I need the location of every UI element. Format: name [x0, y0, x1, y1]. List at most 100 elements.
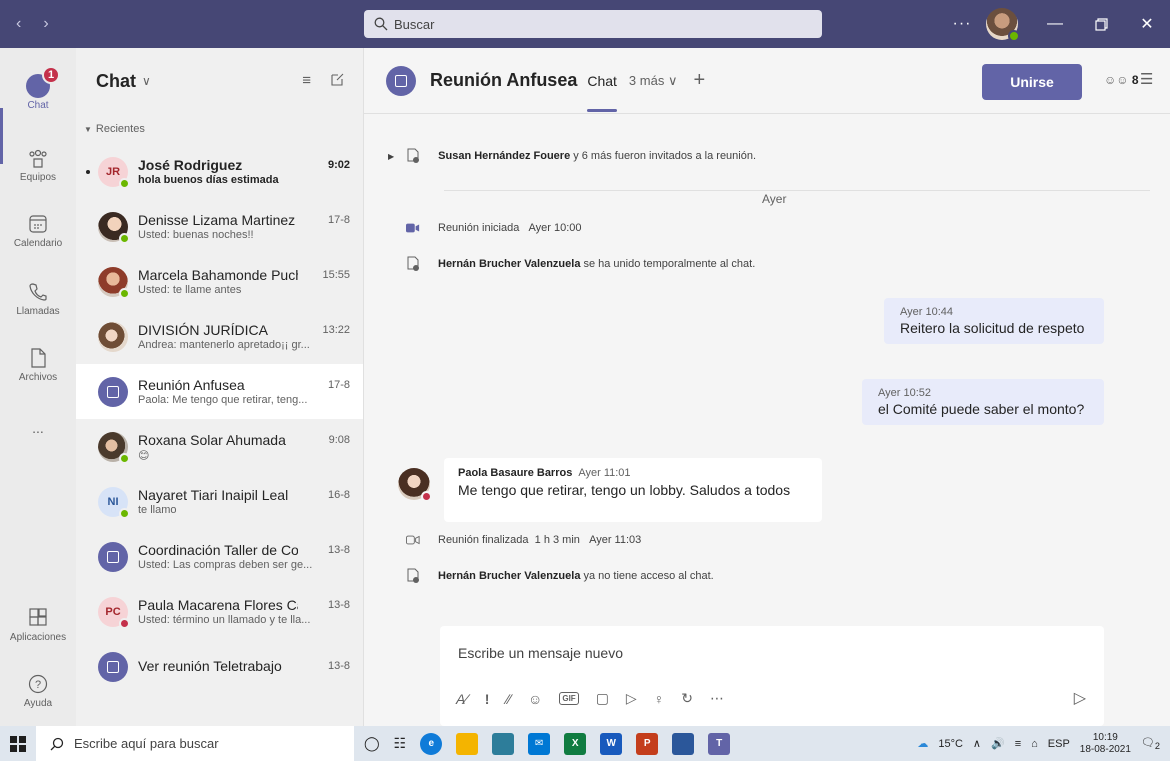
- word-icon[interactable]: W: [600, 732, 623, 755]
- meeting-icon: [98, 376, 128, 407]
- message-input[interactable]: Escribe un mensaje nuevo: [440, 626, 1104, 682]
- notification-center-icon[interactable]: 🗨2: [1141, 736, 1160, 751]
- weather-icon[interactable]: ☁: [917, 737, 928, 750]
- loop-icon[interactable]: ↻: [681, 690, 693, 707]
- message-time: Ayer 10:44: [900, 306, 954, 318]
- filter-icon[interactable]: ≡: [302, 72, 311, 89]
- attach-icon[interactable]: ∕∕: [506, 691, 511, 707]
- tab-chat[interactable]: Chat: [587, 73, 617, 112]
- meeting-icon: [98, 541, 128, 572]
- add-tab-icon[interactable]: +: [693, 69, 705, 92]
- chat-name: Marcela Bahamonde Puchi: [138, 267, 298, 283]
- message-sent[interactable]: Ayer 10:44 Reitero la solicitud de respe…: [884, 298, 1104, 344]
- emoji-icon[interactable]: ☺: [528, 691, 542, 707]
- start-button[interactable]: [0, 735, 36, 752]
- join-button[interactable]: Unirse: [982, 64, 1082, 100]
- powerpoint-icon[interactable]: P: [636, 732, 659, 755]
- sticker-icon[interactable]: ▢: [596, 690, 609, 707]
- priority-icon[interactable]: !: [485, 691, 490, 707]
- presence-busy-icon: [119, 617, 130, 629]
- meet-now-icon[interactable]: ▷: [626, 690, 637, 707]
- store-icon[interactable]: [492, 732, 515, 755]
- tab-more[interactable]: 3 más ∨: [629, 73, 678, 89]
- chat-name: Nayaret Tiari Inaipil Leal: [138, 487, 289, 503]
- chat-preview: te llamo: [138, 504, 177, 516]
- gif-icon[interactable]: GIF: [559, 692, 579, 705]
- message-time: Ayer 10:52: [878, 387, 932, 399]
- group-avatar: [98, 321, 128, 352]
- rail-item-help[interactable]: ? Ayuda: [0, 672, 76, 709]
- chat-list-item[interactable]: JR José Rodriguez 9:02 hola buenos días …: [76, 144, 363, 199]
- maximize-button[interactable]: [1078, 0, 1124, 48]
- mail-icon[interactable]: ✉: [528, 732, 551, 755]
- language[interactable]: ESP: [1048, 738, 1070, 750]
- avatar[interactable]: [398, 468, 432, 502]
- teams-taskbar-icon[interactable]: T: [708, 732, 731, 755]
- cortana-icon[interactable]: ◯: [364, 735, 380, 752]
- chat-list-title[interactable]: Chat: [96, 71, 136, 92]
- close-button[interactable]: ✕: [1124, 0, 1170, 48]
- rail-item-files[interactable]: Archivos: [0, 346, 76, 383]
- chevron-up-icon[interactable]: ∧: [973, 737, 981, 750]
- rail-label: Archivos: [18, 372, 58, 383]
- search-placeholder: Buscar: [394, 16, 435, 32]
- chat-list-pane: Chat ∨ ≡ ▼ Recientes JR José Rodriguez 9…: [76, 48, 364, 726]
- weather-temp[interactable]: 15°C: [938, 738, 963, 750]
- send-icon[interactable]: ▷: [1074, 688, 1086, 708]
- system-event-started: Reunión iniciada Ayer 10:00: [406, 220, 582, 236]
- chevron-down-icon[interactable]: ∨: [142, 74, 151, 88]
- taskbar-search[interactable]: Escribe aquí para buscar: [36, 726, 354, 761]
- rail-item-calendar[interactable]: Calendario: [0, 212, 76, 249]
- system-tray: ☁ 15°C ∧ 🔊 ≡ ⌂ ESP 10:19 18-08-2021 🗨2: [917, 726, 1170, 761]
- chat-time: 9:02: [327, 159, 350, 171]
- list-icon[interactable]: ☰: [1140, 70, 1153, 88]
- excel-icon[interactable]: X: [564, 732, 587, 755]
- wifi-icon[interactable]: ≡: [1015, 738, 1021, 750]
- more-icon[interactable]: ⋯: [710, 690, 724, 707]
- back-icon[interactable]: ‹: [16, 15, 21, 33]
- rail-label: Ayuda: [23, 698, 53, 709]
- praise-icon[interactable]: ♀: [654, 691, 665, 707]
- chat-list-item[interactable]: Denisse Lizama Martinez 17-8 Usted: buen…: [76, 199, 363, 254]
- rail-item-apps[interactable]: Aplicaciones: [0, 606, 76, 643]
- chat-list-item[interactable]: DIVISIÓN JURÍDICA 13:22 Andrea: mantener…: [76, 309, 363, 364]
- date-divider: [444, 190, 1150, 191]
- file-explorer-icon[interactable]: [456, 732, 479, 755]
- chat-list-item[interactable]: NI Nayaret Tiari Inaipil Leal 16-8 te ll…: [76, 474, 363, 529]
- search-input[interactable]: Buscar: [364, 10, 822, 38]
- rail-item-calls[interactable]: Llamadas: [0, 280, 76, 317]
- windows-taskbar: Escribe aquí para buscar ◯ ☷ e ✉ X W P T…: [0, 726, 1170, 761]
- profile-avatar[interactable]: [986, 8, 1020, 42]
- rail-label: Llamadas: [16, 306, 60, 317]
- participants-button[interactable]: ☺☺ 8: [1104, 73, 1139, 87]
- rail-item-chat[interactable]: 1 Chat: [0, 66, 76, 111]
- format-icon[interactable]: A∕: [456, 691, 468, 707]
- rail-label: Calendario: [13, 238, 63, 249]
- message-sent[interactable]: Ayer 10:52 el Comité puede saber el mont…: [862, 379, 1104, 425]
- chat-list-item[interactable]: Roxana Solar Ahumada 9:08 😊: [76, 419, 363, 474]
- volume-icon[interactable]: 🔊: [991, 737, 1005, 750]
- network-icon[interactable]: ⌂: [1031, 738, 1038, 750]
- forward-icon[interactable]: ›: [43, 15, 48, 33]
- edge-icon[interactable]: e: [420, 732, 443, 755]
- chat-list-item-selected[interactable]: Reunión Anfusea 17-8 Paola: Me tengo que…: [76, 364, 363, 419]
- clock[interactable]: 10:19 18-08-2021: [1080, 732, 1131, 756]
- section-recent[interactable]: ▼ Recientes: [76, 114, 363, 144]
- message-received[interactable]: Paola Basaure Barros Ayer 11:01 Me tengo …: [444, 458, 822, 522]
- more-options-icon[interactable]: ···: [942, 15, 982, 33]
- chat-preview: Andrea: mantenerlo apretado¡¡ gr...: [138, 339, 310, 351]
- task-view-icon[interactable]: ☷: [394, 735, 407, 752]
- system-event-ended: Reunión finalizada 1 h 3 min Ayer 11:03: [406, 532, 641, 548]
- expand-icon[interactable]: ▶: [388, 152, 394, 161]
- chat-list-item[interactable]: Coordinación Taller de Co... 13-8 Usted:…: [76, 529, 363, 584]
- rail-item-more[interactable]: ...: [0, 420, 76, 436]
- chat-list-item[interactable]: Marcela Bahamonde Puchi 15:55 Usted: te …: [76, 254, 363, 309]
- chat-list-item[interactable]: PC Paula Macarena Flores Cano 13-8 Usted…: [76, 584, 363, 639]
- rail-item-teams[interactable]: Equipos: [0, 146, 76, 183]
- minimize-button[interactable]: —: [1032, 0, 1078, 48]
- app-icon[interactable]: [672, 732, 695, 755]
- rail-label: Chat: [27, 100, 49, 111]
- chat-preview: Usted: Las compras deben ser ge...: [138, 559, 313, 571]
- new-chat-icon[interactable]: [331, 72, 345, 89]
- chat-list-item[interactable]: Ver reunión Teletrabajo 13-8: [76, 639, 363, 694]
